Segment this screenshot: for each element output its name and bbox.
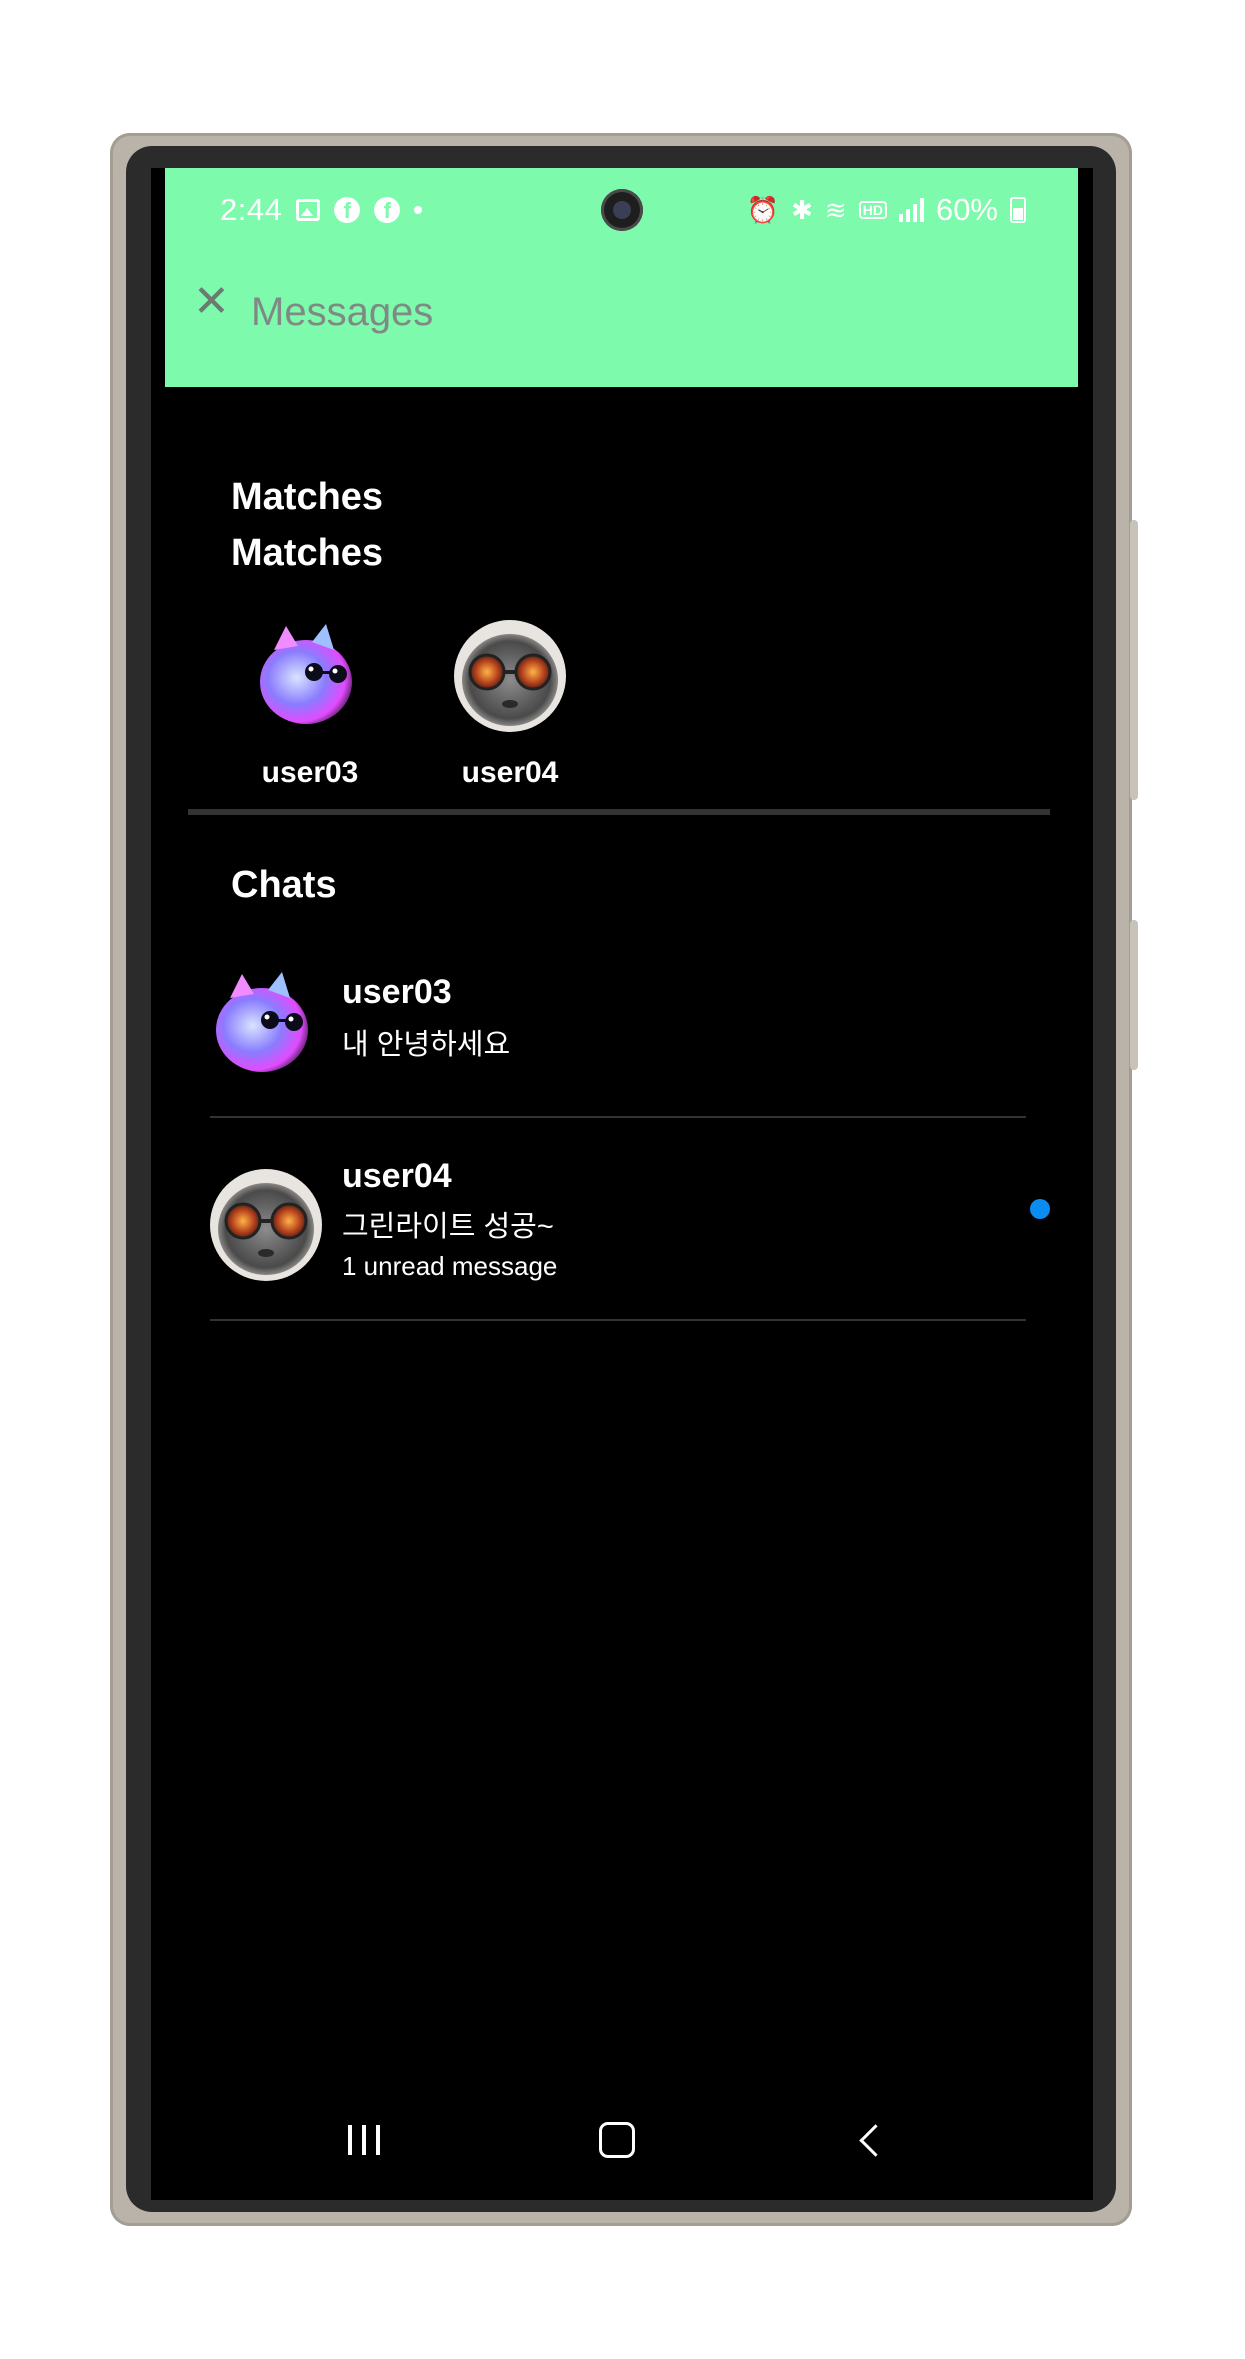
pink-cat-avatar xyxy=(210,968,322,1080)
battery-icon xyxy=(1010,197,1026,223)
match-item-user03[interactable]: user03 xyxy=(230,620,390,790)
chat-name: user04 xyxy=(342,1157,452,1195)
pink-cat-avatar xyxy=(254,620,366,732)
page-title: Messages xyxy=(251,290,434,334)
matches-subtitle: Matches xyxy=(231,532,384,574)
grey-cat-avatar xyxy=(210,1169,322,1281)
unread-indicator xyxy=(1030,1199,1050,1219)
signal-icon xyxy=(898,198,924,222)
side-button xyxy=(1130,920,1138,1070)
matches-title: Matches xyxy=(231,476,384,518)
battery-percent: 60% xyxy=(935,192,998,227)
avatar xyxy=(454,620,566,732)
match-item-user04[interactable]: user04 xyxy=(430,620,590,790)
navigation-bar xyxy=(151,2080,1093,2200)
status-bar-left: 2:44 f f xyxy=(220,192,423,228)
side-button xyxy=(1130,520,1138,800)
header: 2:44 f f ⏰ ✱ ≋ HD 60% ✕ Messages xyxy=(165,168,1078,387)
bluetooth-icon: ✱ xyxy=(791,195,813,225)
avatar xyxy=(254,620,366,732)
gallery-icon xyxy=(296,199,321,221)
chat-item-user03[interactable]: user03 내 안녕하세요 xyxy=(210,968,1070,1158)
chat-last-message: 내 안녕하세요 xyxy=(342,1029,511,1061)
home-icon xyxy=(599,2122,635,2158)
wifi-icon: ≋ xyxy=(824,195,847,225)
match-name: user03 xyxy=(261,756,359,789)
alarm-icon: ⏰ xyxy=(746,195,780,225)
avatar xyxy=(210,968,322,1080)
avatar xyxy=(210,1169,322,1281)
facebook-icon: f xyxy=(374,197,401,223)
back-icon xyxy=(858,2123,892,2157)
chat-divider xyxy=(210,1319,1026,1321)
chat-item-user04[interactable]: user04 그린라이트 성공~ 1 unread message xyxy=(210,1157,1070,1359)
home-button[interactable] xyxy=(587,2110,647,2170)
match-name: user04 xyxy=(461,756,559,789)
recents-icon[interactable] xyxy=(334,2110,394,2170)
status-bar-right: ⏰ ✱ ≋ HD 60% xyxy=(747,192,1026,228)
grey-cat-avatar xyxy=(454,620,566,732)
chat-divider xyxy=(210,1116,1026,1118)
front-camera xyxy=(601,189,643,231)
unread-count: 1 unread message xyxy=(342,1251,558,1281)
back-button[interactable] xyxy=(840,2110,900,2170)
close-icon[interactable]: ✕ xyxy=(193,280,230,324)
screen: 2:44 f f ⏰ ✱ ≋ HD 60% ✕ Messages Matches… xyxy=(151,168,1093,2200)
section-divider xyxy=(188,809,1050,815)
chat-name: user03 xyxy=(342,973,452,1011)
status-time: 2:44 xyxy=(220,192,283,227)
more-notifications-icon xyxy=(414,206,423,214)
facebook-icon: f xyxy=(334,197,361,223)
hd-voice-icon: HD xyxy=(858,201,887,219)
chats-title: Chats xyxy=(231,864,337,906)
chat-last-message: 그린라이트 성공~ xyxy=(342,1211,554,1243)
